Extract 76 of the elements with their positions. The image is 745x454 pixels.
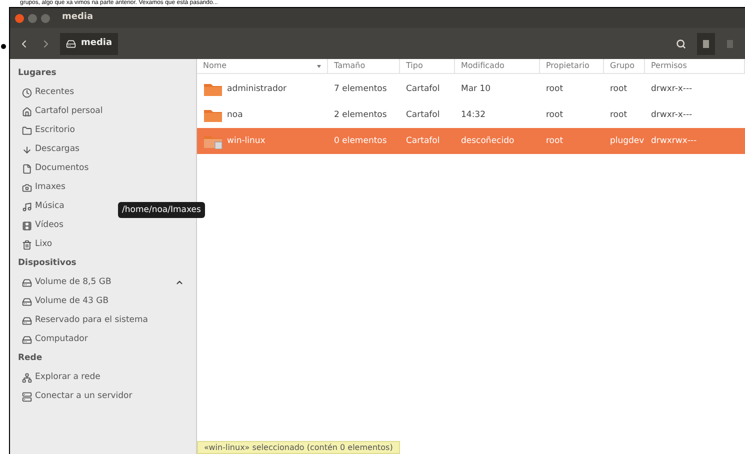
eject-icon[interactable] [175, 278, 184, 287]
server-icon [22, 392, 32, 402]
tooltip: /home/noa/Imaxes [118, 202, 205, 218]
sidebar-item[interactable]: Lixo [18, 235, 188, 254]
section-heading: Rede [18, 352, 44, 365]
minimize-button[interactable] [28, 14, 37, 22]
drive-icon [22, 334, 32, 344]
music-icon [22, 202, 32, 212]
table-cell: drwxr-x--- [651, 82, 692, 96]
locked-folder-icon [203, 133, 223, 149]
column-header[interactable]: Grupo [604, 59, 645, 73]
column-header[interactable]: Tipo [400, 59, 455, 73]
table-cell: administrador [227, 82, 287, 96]
drive-icon [22, 278, 32, 288]
table-cell: root [546, 108, 564, 122]
table-cell: drwxrwx--- [651, 134, 697, 148]
table-cell: 14:32 [461, 108, 486, 122]
sidebar-item[interactable]: Volume de 8,5 GB [18, 273, 188, 292]
status-bar: «win-linux» seleccionado (contén 0 elementos) [197, 441, 400, 454]
table-cell: win-linux [227, 134, 266, 148]
table-cell: Cartafol [406, 134, 440, 148]
sidebar-item[interactable]: Reservado para el sistema [18, 311, 188, 330]
sidebar-item[interactable]: Computador [18, 330, 188, 349]
sidebar-item[interactable]: Recentes [18, 83, 188, 102]
location-button[interactable]: media [60, 32, 118, 54]
sidebar-item[interactable]: Descargas [18, 140, 188, 159]
table-cell: root [546, 134, 564, 148]
column-header[interactable]: Permisos [645, 59, 745, 73]
list-view-button[interactable] [697, 32, 715, 54]
sidebar-item[interactable]: Cartafol persoal [18, 102, 188, 121]
window-title: media [62, 11, 94, 24]
sort-icon [317, 64, 321, 68]
sidebar-item[interactable]: Escritorio [18, 121, 188, 140]
film-icon [22, 220, 32, 230]
document-icon [22, 164, 32, 174]
maximize-button[interactable] [41, 14, 50, 22]
sidebar-item[interactable]: Imaxes [18, 178, 188, 197]
table-cell: Cartafol [406, 82, 440, 96]
table-cell: Cartafol [406, 108, 440, 122]
column-header[interactable]: Propietario [540, 59, 604, 73]
column-header[interactable]: Nome [197, 59, 328, 73]
table-cell: Mar 10 [461, 82, 491, 96]
bullet-icon [1, 44, 6, 49]
home-icon [22, 106, 32, 116]
column-header[interactable]: Modificado [455, 59, 540, 73]
sidebar-item[interactable]: Documentos [18, 159, 188, 178]
table-cell: noa [227, 108, 243, 122]
download-icon [22, 144, 32, 154]
drive-icon [66, 38, 76, 48]
camera-icon [22, 182, 32, 192]
drive-icon [22, 316, 32, 326]
search-icon [676, 38, 686, 48]
folder-icon [22, 126, 32, 136]
folder-icon [203, 81, 223, 97]
table-cell: plugdev [610, 134, 644, 148]
network-icon [22, 372, 32, 382]
table-cell: 7 elementos [334, 82, 387, 96]
column-header[interactable]: Tamaño [328, 59, 400, 73]
table-cell: 0 elementos [334, 134, 387, 148]
table-cell: root [610, 108, 628, 122]
table-cell: 2 elementos [334, 108, 387, 122]
sidebar-item[interactable]: Vídeos [18, 216, 188, 235]
folder-icon [203, 107, 223, 123]
close-button[interactable] [15, 14, 24, 22]
sidebar-item[interactable]: Conectar a un servidor [18, 387, 188, 406]
trash-icon [22, 240, 32, 250]
sidebar-item[interactable]: Explorar a rede [18, 368, 188, 387]
table-cell: descoñecido [461, 134, 514, 148]
clock-icon [22, 88, 32, 98]
sidebar-item[interactable]: Volume de 43 GB [18, 292, 188, 311]
drive-icon [22, 296, 32, 306]
section-heading: Dispositivos [18, 257, 78, 270]
table-cell: root [546, 82, 564, 96]
table-cell: root [610, 82, 628, 96]
table-cell: drwxr-x--- [651, 108, 692, 122]
section-heading: Lugares [18, 67, 58, 80]
